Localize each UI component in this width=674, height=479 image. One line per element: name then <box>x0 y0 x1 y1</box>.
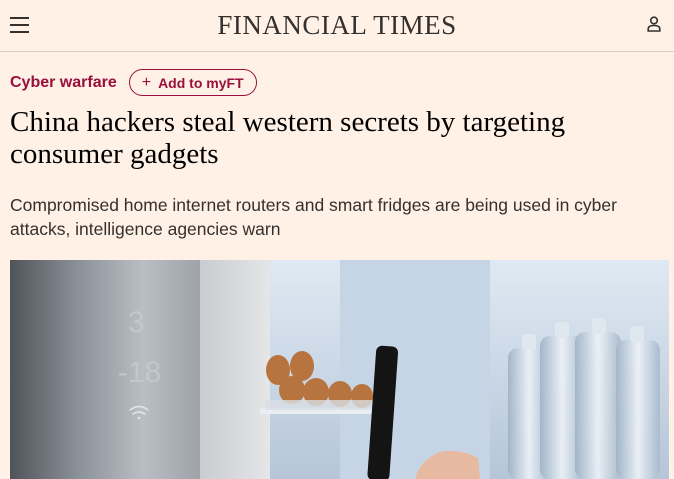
hero-illustration: 3 -18 <box>10 260 669 479</box>
plus-icon: + <box>141 73 152 91</box>
fridge-display-top: 3 <box>128 306 145 339</box>
fridge-display-bottom: -18 <box>118 356 161 389</box>
add-to-myft-label: Add to myFT <box>158 74 244 91</box>
masthead-logo[interactable]: FINANCIAL TIMES <box>0 10 674 41</box>
article-headline: China hackers steal western secrets by t… <box>10 106 566 170</box>
topic-link-cyber-warfare[interactable]: Cyber warfare <box>10 74 117 92</box>
hero-image: 3 -18 <box>10 260 669 479</box>
article-standfirst: Compromised home internet routers and sm… <box>10 195 617 239</box>
topic-row: Cyber warfare + Add to myFT <box>10 68 257 97</box>
user-account-icon[interactable] <box>647 16 661 32</box>
add-to-myft-button[interactable]: + Add to myFT <box>128 69 257 96</box>
top-navigation-bar: FINANCIAL TIMES <box>0 0 674 52</box>
